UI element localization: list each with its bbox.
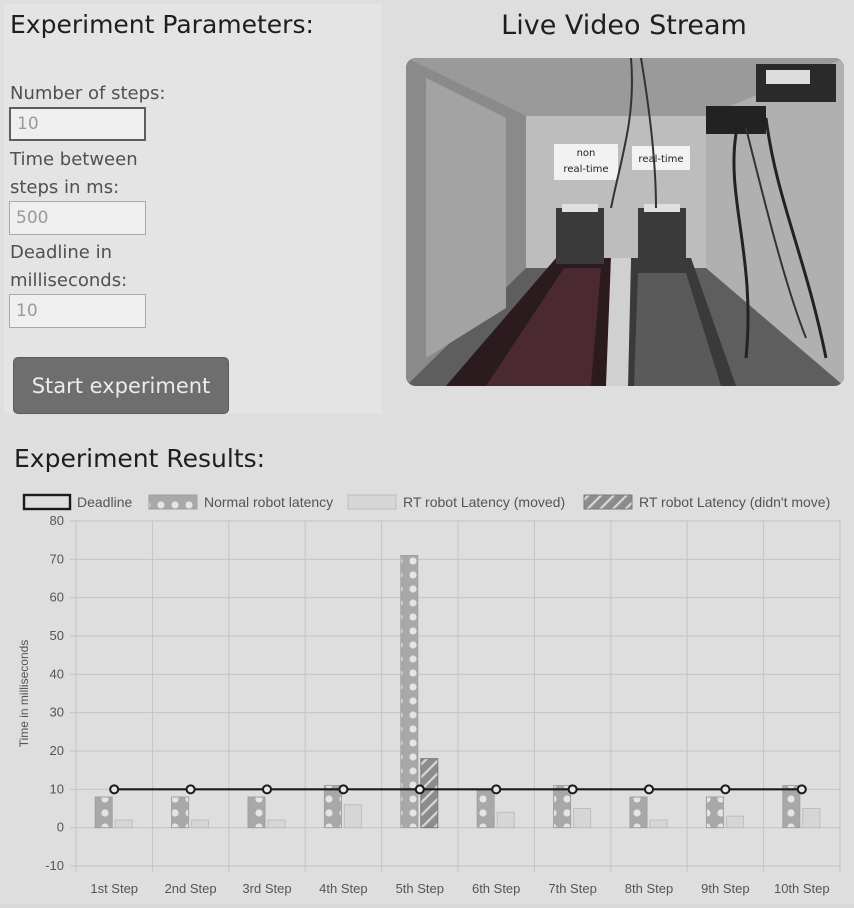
bar-rt-moved xyxy=(573,808,592,829)
deadline-point xyxy=(338,784,349,795)
y-tick-label: 50 xyxy=(50,628,64,643)
bar-rt-moved xyxy=(267,819,286,829)
bar-normal-latency xyxy=(323,785,342,829)
sign-rt: real-time xyxy=(638,154,683,165)
video-stream: non real-time real-time xyxy=(406,58,844,386)
legend-swatch xyxy=(148,494,198,510)
time-label-line1: Time between xyxy=(10,149,138,170)
legend-swatch xyxy=(347,494,397,510)
bar-rt-moved xyxy=(496,811,515,829)
x-tick-label: 10th Step xyxy=(774,881,830,896)
bar-rt-moved xyxy=(802,808,821,829)
y-tick-label: 20 xyxy=(50,743,64,758)
x-tick-label: 2nd Step xyxy=(165,881,217,896)
deadline-point xyxy=(414,784,425,795)
deadline-point xyxy=(491,784,502,795)
start-experiment-button[interactable]: Start experiment xyxy=(13,357,229,414)
steps-input[interactable] xyxy=(9,107,146,141)
x-tick-label: 5th Step xyxy=(396,881,444,896)
y-tick-label: 40 xyxy=(50,666,64,681)
video-title: Live Video Stream xyxy=(501,10,747,41)
chart-svg: Deadline Normal robot latency RT robot Lat… xyxy=(17,493,841,896)
legend-label: Normal robot latency xyxy=(204,494,333,510)
y-tick-label: -10 xyxy=(45,858,64,873)
bar-rt-moved xyxy=(191,819,210,829)
legend-label: RT robot Latency (moved) xyxy=(403,494,565,510)
chart-legend: Deadline Normal robot latency RT robot Lat… xyxy=(22,493,830,511)
bar-rt-not-moved xyxy=(420,758,439,829)
deadline-point xyxy=(185,784,196,795)
y-tick-label: 10 xyxy=(50,781,64,796)
video-frame: non real-time real-time xyxy=(406,58,844,386)
bar-normal-latency xyxy=(629,796,648,829)
y-axis-label: Time in milliseconds xyxy=(17,640,31,748)
results-title: Experiment Results: xyxy=(14,444,266,473)
deadline-point xyxy=(720,784,731,795)
bar-normal-latency xyxy=(171,796,190,829)
legend-label: Deadline xyxy=(77,494,132,510)
x-tick-label: 4th Step xyxy=(319,881,367,896)
bar-rt-moved xyxy=(725,815,744,829)
parameters-title: Experiment Parameters: xyxy=(10,10,314,39)
legend-swatch xyxy=(583,494,633,510)
x-tick-label: 6th Step xyxy=(472,881,520,896)
y-tick-label: 80 xyxy=(50,513,64,528)
y-tick-label: 0 xyxy=(57,820,64,835)
bar-normal-latency xyxy=(400,555,419,829)
steps-label: Number of steps: xyxy=(10,83,166,104)
deadline-point xyxy=(796,784,807,795)
y-tick-label: 70 xyxy=(50,551,64,566)
time-label-line2: steps in ms: xyxy=(10,177,120,198)
legend-swatch xyxy=(22,493,72,511)
results-chart: Deadline Normal robot latency RT robot Lat… xyxy=(0,484,854,904)
y-tick-label: 30 xyxy=(50,705,64,720)
bar-rt-moved xyxy=(114,819,133,829)
x-tick-label: 9th Step xyxy=(701,881,749,896)
x-tick-label: 1st Step xyxy=(90,881,138,896)
x-tick-label: 7th Step xyxy=(548,881,596,896)
time-between-input[interactable] xyxy=(9,201,146,235)
page: Experiment Parameters: Number of steps: … xyxy=(0,0,854,904)
deadline-point xyxy=(262,784,272,795)
deadline-label-line1: Deadline in xyxy=(10,242,113,263)
bar-normal-latency xyxy=(476,788,495,829)
bar-normal-latency xyxy=(247,796,266,829)
sign-non-line1: non xyxy=(577,148,596,159)
x-tick-label: 8th Step xyxy=(625,881,673,896)
bar-normal-latency xyxy=(94,796,113,829)
deadline-point xyxy=(109,784,120,795)
deadline-point xyxy=(567,784,578,795)
deadline-input[interactable] xyxy=(9,294,146,328)
bar-normal-latency xyxy=(782,785,801,829)
bar-rt-moved xyxy=(649,819,668,829)
bar-normal-latency xyxy=(705,796,724,829)
y-tick-label: 60 xyxy=(50,590,64,605)
legend-label: RT robot Latency (didn't move) xyxy=(639,494,830,510)
bar-rt-moved xyxy=(343,804,362,829)
deadline-point xyxy=(644,784,654,795)
deadline-label-line2: milliseconds: xyxy=(10,270,128,291)
bar-normal-latency xyxy=(553,785,572,829)
x-tick-label: 3rd Step xyxy=(242,881,291,896)
sign-non-line2: real-time xyxy=(563,164,608,175)
chart-ticks: -10 0 10 20 30 40 50 60 70 80 1st Step 2nd Step 3rd … xyxy=(17,513,830,896)
